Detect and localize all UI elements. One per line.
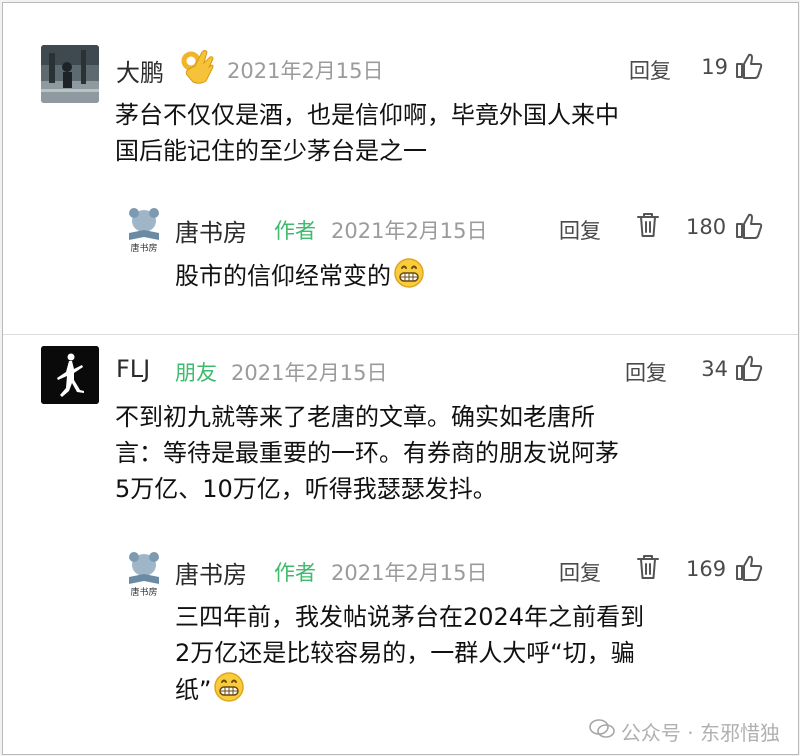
reply-button[interactable]: 回复 [559,215,601,245]
like-count: 180 [686,215,727,239]
author-tag: 作者 [274,219,316,243]
avatar-caption: 唐书房 [130,588,158,597]
delete-trash-icon[interactable] [636,211,660,243]
friend-tag: 朋友 [175,361,217,385]
author-tag: 作者 [274,561,316,585]
thumbs-up-icon[interactable] [735,355,763,385]
comment-author[interactable]: 大鹏 [116,53,164,88]
ok-hand-emoji-icon [180,49,214,89]
comment-author[interactable]: FLJ [116,355,150,383]
reply-button[interactable]: 回复 [625,357,667,387]
watermark: 公众号 · 东邪惜独 [589,717,780,746]
comment-date: 2021年2月15日 [231,361,388,385]
reply-text: 三四年前，我发帖说茅台在2024年之前看到 2万亿还是比较容易的，一群人大呼“切… [175,599,644,713]
avatar-caption: 唐书房 [130,244,158,253]
like-count: 34 [701,357,728,381]
thumbs-up-icon[interactable] [735,555,763,585]
like-count: 19 [701,55,728,79]
reply-text-line: 纸” [175,676,212,704]
reply-author[interactable]: 唐书房 [175,213,247,248]
comment-panel: 大鹏 2021年2月15日 回复 19 茅台不仅仅是酒，也是信仰啊，毕竟外国人来… [2,2,799,755]
comment-text: 不到初九就等来了老唐的文章。确实如老唐所 言：等待是最重要的一环。有券商的朋友说… [115,399,619,507]
avatar[interactable] [41,45,99,103]
comment-item: FLJ 朋友 2021年2月15日 回复 34 不到初九就等来了老唐的文章。确实… [3,335,798,754]
author-avatar[interactable]: 唐书房 [119,203,169,253]
thumbs-up-icon[interactable] [735,213,763,243]
author-avatar[interactable]: 唐书房 [119,547,169,597]
reply-text-line: 股市的信仰经常变的 [175,262,391,290]
like-count: 169 [686,557,727,581]
reply-text-line: 2万亿还是比较容易的，一群人大呼“切，骗 [175,639,635,667]
comment-text-line: 言：等待是最重要的一环。有券商的朋友说阿茅 [115,439,619,467]
thumbs-up-icon[interactable] [735,53,763,83]
grinning-emoji-icon [213,671,245,713]
comment-text-line: 国后能记住的至少茅台是之一 [115,137,427,165]
reply-author[interactable]: 唐书房 [175,555,247,590]
avatar[interactable] [41,346,99,404]
reply-date: 2021年2月15日 [331,561,488,585]
reply-text: 股市的信仰经常变的 [175,257,425,299]
reply-date: 2021年2月15日 [331,219,488,243]
comment-text-line: 茅台不仅仅是酒，也是信仰啊，毕竟外国人来中 [115,101,619,129]
watermark-text: 公众号 · 东邪惜独 [620,721,780,745]
wechat-logo-icon [589,718,615,745]
comment-text-line: 不到初九就等来了老唐的文章。确实如老唐所 [115,403,595,431]
reply-button[interactable]: 回复 [559,557,601,587]
reply-text-line: 三四年前，我发帖说茅台在2024年之前看到 [175,603,645,631]
comment-text-line: 5万亿、10万亿，听得我瑟瑟发抖。 [115,475,497,503]
comment-item: 大鹏 2021年2月15日 回复 19 茅台不仅仅是酒，也是信仰啊，毕竟外国人来… [3,3,798,333]
grinning-emoji-icon [393,257,425,299]
comment-date: 2021年2月15日 [227,59,384,83]
delete-trash-icon[interactable] [636,553,660,585]
reply-button[interactable]: 回复 [629,55,671,85]
comment-text: 茅台不仅仅是酒，也是信仰啊，毕竟外国人来中 国后能记住的至少茅台是之一 [115,97,619,169]
